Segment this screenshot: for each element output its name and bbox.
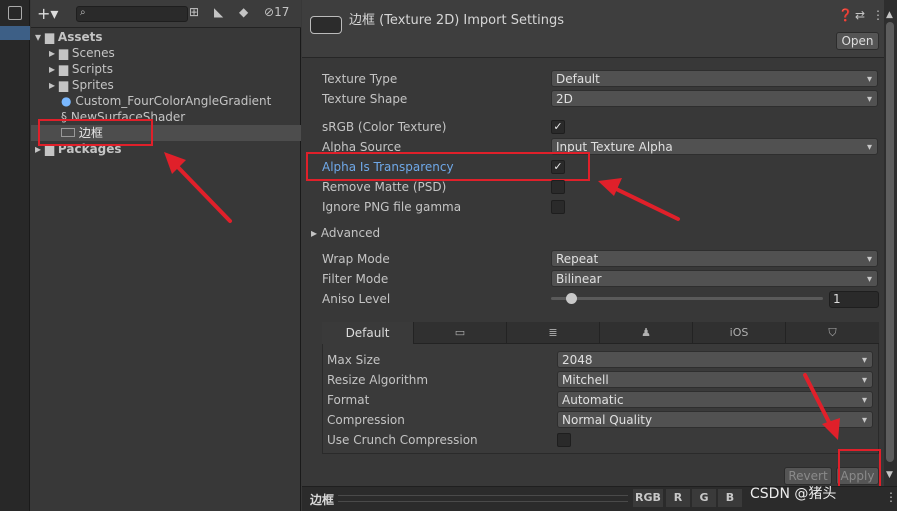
annotation-arrow (608, 184, 680, 221)
annotation-arrows (164, 152, 840, 440)
arrowhead (822, 418, 840, 440)
annotation-arrow (803, 373, 834, 430)
arrowhead (598, 178, 622, 196)
annotation-arrow (170, 159, 232, 223)
